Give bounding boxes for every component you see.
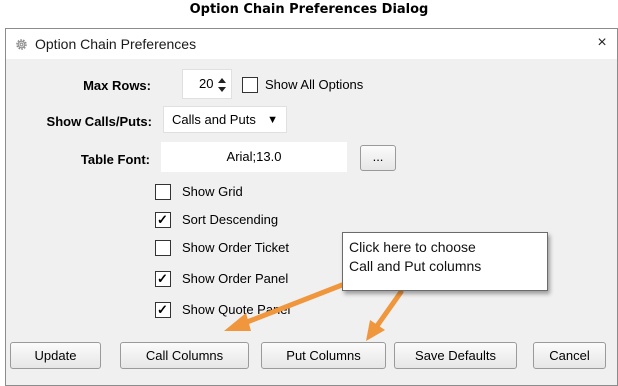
close-button[interactable]: × (594, 34, 610, 52)
show-calls-puts-value: Calls and Puts (172, 112, 256, 127)
table-font-value: Arial;13.0 (226, 149, 282, 164)
table-font-label: Table Font: (80, 152, 150, 167)
show-quote-panel-checkbox[interactable]: ✓ (155, 302, 171, 318)
max-rows-spinner[interactable]: 20 (182, 69, 232, 99)
spinner-arrows-icon[interactable] (217, 77, 227, 93)
show-all-options-checkbox[interactable] (242, 77, 258, 93)
update-button[interactable]: Update (10, 342, 101, 369)
show-quote-panel-label: Show Quote Panel (182, 302, 291, 317)
show-order-panel-checkbox[interactable]: ✓ (155, 271, 171, 287)
call-columns-button[interactable]: Call Columns (120, 342, 249, 369)
checkmark-icon: ✓ (157, 302, 168, 317)
font-browse-button[interactable]: ... (360, 145, 396, 171)
title-bar: Option Chain Preferences × (6, 29, 617, 59)
show-order-ticket-checkbox[interactable] (155, 240, 171, 256)
show-order-ticket-label: Show Order Ticket (182, 240, 289, 255)
checkmark-icon: ✓ (157, 271, 168, 286)
max-rows-value: 20 (199, 76, 214, 91)
show-calls-puts-label: Show Calls/Puts: (46, 114, 152, 129)
option-chain-preferences-dialog: Option Chain Preferences × Max Rows: 20 … (5, 28, 618, 386)
show-all-options-label: Show All Options (265, 77, 364, 92)
callout-line-2: Call and Put columns (349, 258, 482, 274)
caption-title: Option Chain Preferences Dialog (189, 2, 429, 17)
callout-line-1: Click here to choose (349, 239, 476, 255)
sort-descending-label: Sort Descending (182, 212, 279, 227)
checkmark-icon: ✓ (157, 212, 168, 227)
cancel-button[interactable]: Cancel (533, 342, 606, 369)
dialog-title: Option Chain Preferences (35, 36, 197, 52)
show-grid-checkbox[interactable] (155, 184, 171, 200)
show-grid-label: Show Grid (182, 184, 243, 199)
put-columns-button[interactable]: Put Columns (261, 342, 386, 369)
show-order-panel-label: Show Order Panel (182, 271, 289, 286)
gear-icon (16, 39, 27, 50)
chevron-down-icon[interactable]: ▼ (267, 112, 278, 128)
max-rows-label: Max Rows: (83, 78, 151, 93)
sort-descending-checkbox[interactable]: ✓ (155, 212, 171, 228)
table-font-field[interactable]: Arial;13.0 (161, 142, 347, 172)
save-defaults-button[interactable]: Save Defaults (394, 342, 517, 369)
show-calls-puts-select[interactable]: Calls and Puts ▼ (163, 106, 287, 133)
callout-box: Click here to choose Call and Put column… (342, 232, 548, 291)
